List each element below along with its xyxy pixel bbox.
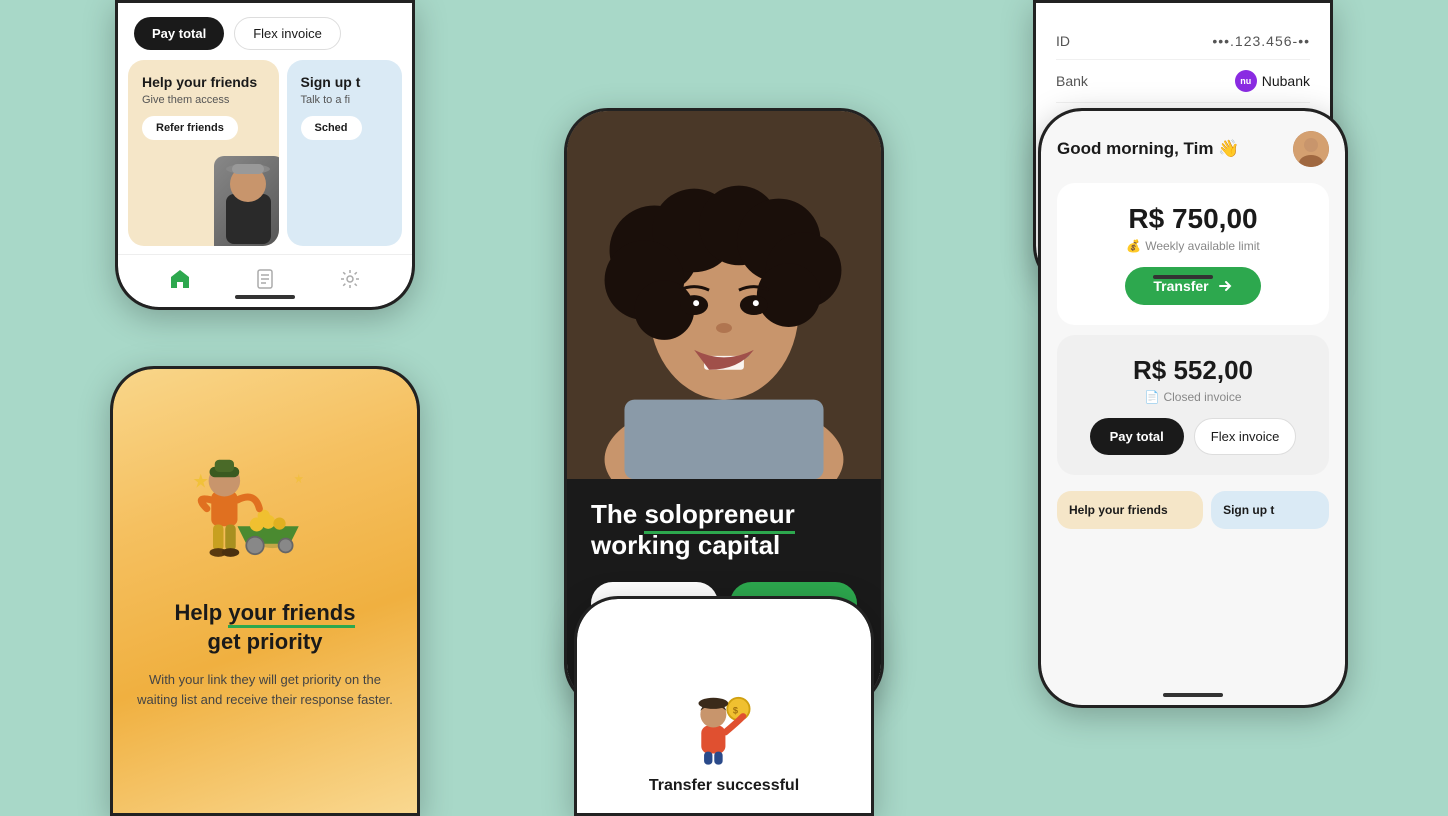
phone-top-left: Pay total Flex invoice Help your friends… — [115, 0, 415, 310]
phone-bottom-left: Help your friends get priority With your… — [110, 366, 420, 816]
settings-icon[interactable] — [338, 267, 362, 291]
bank-label: Bank — [1056, 73, 1088, 89]
headline-suffix: working capital — [591, 530, 780, 560]
phone-right: Good morning, Tim 👋 R$ 750,00 💰 Weekly a… — [1038, 108, 1348, 708]
balance-amount: R$ 750,00 — [1077, 203, 1309, 235]
arrow-right-icon — [1217, 278, 1233, 294]
phone1-cards: Help your friends Give them access Refer… — [118, 60, 412, 246]
phone-bottom-center: $ T — [574, 596, 874, 816]
balance-card: R$ 750,00 💰 Weekly available limit Trans… — [1057, 183, 1329, 325]
hero-headline: The solopreneur working capital — [591, 499, 857, 561]
card-help-subtitle: Give them access — [142, 94, 265, 106]
phone5-content: $ T — [577, 599, 871, 813]
card-signup-sm-title: Sign up t — [1223, 503, 1317, 517]
phone1-content: Pay total Flex invoice Help your friends… — [118, 3, 412, 307]
card-signup-subtitle: Talk to a fi — [301, 94, 389, 106]
signup-card: Sign up t Talk to a fi Sched — [287, 60, 403, 246]
card-signup-title: Sign up t — [301, 74, 389, 90]
id-row: ID •••.123.456-•• — [1056, 23, 1310, 60]
invoice-amount: R$ 552,00 — [1077, 355, 1309, 386]
phone1-nav — [118, 254, 412, 307]
document-icon[interactable] — [253, 267, 277, 291]
phone4-headline-highlight: your friends — [228, 600, 355, 628]
phone6-content: Good morning, Tim 👋 R$ 750,00 💰 Weekly a… — [1041, 111, 1345, 705]
help-friends-card: Help your friends Give them access Refer… — [128, 60, 279, 246]
user-avatar-svg — [1293, 131, 1329, 167]
transfer-icon-area: $ — [684, 687, 764, 767]
greeting-text: Good morning, Tim 👋 — [1057, 139, 1239, 159]
hero-image — [567, 111, 881, 479]
pay-total-invoice-button[interactable]: Pay total — [1090, 418, 1184, 455]
pay-total-button[interactable]: Pay total — [134, 17, 224, 50]
phone6-header: Good morning, Tim 👋 — [1057, 131, 1329, 167]
headline-prefix: The — [591, 499, 644, 529]
phone4-headline-prefix: Help — [175, 600, 229, 625]
phone1-top-buttons: Pay total Flex invoice — [118, 3, 412, 60]
balance-label: 💰 Weekly available limit — [1077, 239, 1309, 253]
person-illustration-svg — [185, 419, 325, 559]
home-indicator-6 — [1163, 693, 1223, 697]
user-avatar — [1293, 131, 1329, 167]
phone4-body: With your link they will get priority on… — [137, 670, 393, 709]
signup-card-sm: Sign up t — [1211, 491, 1329, 529]
svg-text:$: $ — [732, 705, 738, 715]
illustration-area — [185, 419, 345, 579]
phone4-headline: Help your friends get priority — [175, 599, 356, 656]
bank-row: Bank nu Nubank — [1056, 60, 1310, 103]
friend-avatar-svg — [216, 159, 279, 244]
home-indicator-2 — [1153, 275, 1213, 279]
id-value: •••.123.456-•• — [1212, 33, 1310, 49]
card-help-sm-title: Help your friends — [1069, 503, 1191, 517]
headline-highlight: solopreneur — [644, 499, 794, 534]
phone4-content: Help your friends get priority With your… — [113, 369, 417, 813]
flex-invoice-button-2[interactable]: Flex invoice — [1194, 418, 1297, 455]
invoice-buttons: Pay total Flex invoice — [1077, 418, 1309, 455]
flex-invoice-button[interactable]: Flex invoice — [234, 17, 341, 50]
card-help-title: Help your friends — [142, 74, 265, 90]
friend-avatar — [214, 156, 279, 246]
home-icon[interactable] — [168, 267, 192, 291]
invoice-card: R$ 552,00 📄 Closed invoice Pay total Fle… — [1057, 335, 1329, 475]
phone6-bottom-cards: Help your friends Sign up t — [1057, 491, 1329, 529]
nubank-icon: nu — [1235, 70, 1257, 92]
bank-name: Nubank — [1262, 73, 1310, 89]
hero-portrait-svg — [567, 111, 881, 479]
phone4-headline-suffix: get priority — [208, 629, 323, 654]
schedule-button[interactable]: Sched — [301, 116, 362, 140]
help-friends-card-sm: Help your friends — [1057, 491, 1203, 529]
transfer-success-text: Transfer successful — [649, 777, 799, 795]
invoice-label: 📄 Closed invoice — [1077, 390, 1309, 404]
bank-value: nu Nubank — [1235, 70, 1310, 92]
transfer-illustration-svg: $ — [692, 690, 757, 765]
transfer-button[interactable]: Transfer — [1125, 267, 1260, 305]
id-label: ID — [1056, 33, 1070, 49]
scene: Pay total Flex invoice Help your friends… — [0, 0, 1448, 816]
home-indicator-1 — [235, 295, 295, 299]
refer-friends-button[interactable]: Refer friends — [142, 116, 238, 140]
